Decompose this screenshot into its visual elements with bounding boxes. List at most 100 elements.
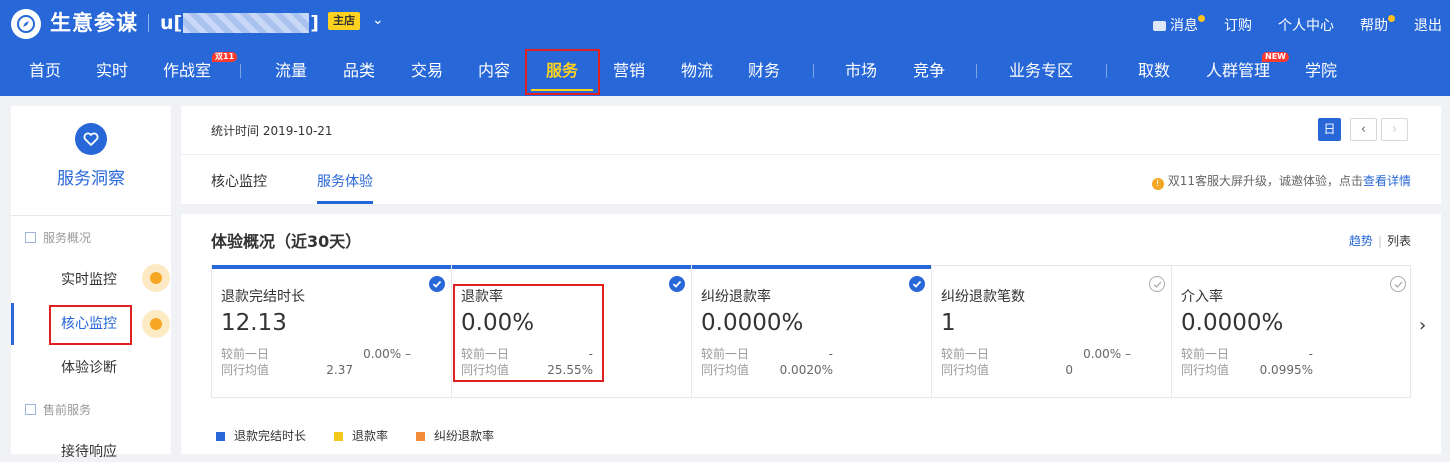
messages-link[interactable]: 消息 (1153, 15, 1205, 36)
prev-date-button[interactable]: ‹ (1350, 118, 1377, 141)
refund-rate-highlight-box (453, 284, 604, 382)
chart-legend: 退款完结时长 退款率 纠纷退款率 (216, 428, 522, 444)
overview-panel: 体验概况（近30天） 趋势 | 列表 退款完结时长 12.13 较前一日 0.00% … (181, 214, 1441, 454)
metric-compare-row: 较前一日 0.00% – (941, 347, 1131, 361)
checkbox-unchecked-icon[interactable] (1149, 276, 1165, 292)
legend-item[interactable]: 退款率 (334, 428, 388, 444)
heart-icon (75, 123, 107, 155)
shop-name[interactable]: u[ ] (160, 9, 319, 37)
nav-realtime[interactable]: 实时 (96, 58, 128, 84)
view-switch-separator: | (1377, 234, 1382, 248)
metric-card[interactable]: 介入率 0.0000% 较前一日 - 同行均值 0.0995% (1172, 266, 1412, 397)
metric-name: 纠纷退款笔数 (941, 289, 1025, 305)
shop-switch-chevron-icon[interactable]: ⌄ (372, 12, 384, 28)
building-icon (25, 232, 36, 243)
main-nav: 首页 实时 作战室 流量 品类 交易 内容 服务 营销 物流 财务 市场 竞争 … (0, 58, 1450, 86)
metric-value: 1 (941, 310, 956, 336)
nav-war-room[interactable]: 作战室 (163, 58, 211, 84)
logout-link[interactable]: 退出 (1414, 16, 1442, 36)
nav-separator (240, 64, 241, 78)
sidebar: 服务洞察 服务概况 实时监控 核心监控 体验诊断 售前服务 接待响应 (11, 106, 171, 460)
metric-name: 退款完结时长 (221, 289, 305, 305)
main-store-badge: 主店 (328, 12, 360, 30)
sidebar-item-reception-response[interactable]: 接待响应 (61, 442, 117, 462)
sidebar-section-overview: 服务概况 (25, 230, 91, 246)
metric-name: 纠纷退款率 (701, 289, 771, 305)
metric-value: 0.0000% (1181, 310, 1284, 336)
sidebar-item-experience-diagnosis[interactable]: 体验诊断 (61, 358, 117, 378)
messages-dot (1198, 15, 1205, 22)
help-link[interactable]: 帮助 (1360, 15, 1395, 36)
legend-swatch (416, 431, 426, 441)
compass-logo-icon[interactable] (11, 9, 41, 39)
notice-banner: ! 双11客服大屏升级，诚邀体验，点击查看详情 (1151, 173, 1411, 190)
cards-next-arrow-icon[interactable]: › (1419, 315, 1426, 336)
shop-name-suffix: ] (310, 12, 319, 34)
nav-content[interactable]: 内容 (478, 58, 510, 84)
new-tag: NEW (1262, 52, 1289, 62)
tab-service-experience[interactable]: 服务体验 (317, 172, 373, 192)
status-dot-icon (142, 264, 170, 292)
nav-academy[interactable]: 学院 (1305, 58, 1337, 84)
view-switch: 趋势 | 列表 (1349, 233, 1411, 249)
nav-crowd-management[interactable]: 人群管理 (1206, 58, 1270, 84)
metric-card[interactable]: 退款完结时长 12.13 较前一日 0.00% – 同行均值 2.37 (212, 265, 452, 397)
personal-center-link[interactable]: 个人中心 (1278, 16, 1334, 36)
metric-peer-row: 同行均值 0 (941, 363, 1073, 377)
nav-market[interactable]: 市场 (845, 58, 877, 84)
day-button[interactable]: 日 (1318, 118, 1341, 141)
metric-peer-row: 同行均值 0.0020% (701, 363, 833, 377)
nav-logistics[interactable]: 物流 (681, 58, 713, 84)
view-details-link[interactable]: 查看详情 (1363, 174, 1411, 188)
sidebar-section-presale: 售前服务 (25, 402, 91, 418)
tab-active-underline (317, 201, 373, 204)
metric-compare-row: 较前一日 - (1181, 347, 1313, 361)
checkbox-checked-icon[interactable] (669, 276, 685, 292)
nav-competition[interactable]: 竞争 (913, 58, 945, 84)
toolbar-divider (181, 154, 1441, 155)
brand-title[interactable]: 生意参谋 (50, 9, 138, 37)
metric-cards: 退款完结时长 12.13 较前一日 0.00% – 同行均值 2.37 退款率 0.… (211, 265, 1411, 398)
list-view-link[interactable]: 列表 (1387, 234, 1411, 248)
trend-view-link[interactable]: 趋势 (1349, 234, 1373, 248)
checkbox-checked-icon[interactable] (429, 276, 445, 292)
tab-core-monitor[interactable]: 核心监控 (211, 172, 267, 192)
legend-item[interactable]: 退款完结时长 (216, 428, 306, 444)
message-icon (1153, 21, 1166, 31)
metric-compare-row: 较前一日 0.00% – (221, 347, 411, 361)
nav-separator (813, 64, 814, 78)
legend-swatch (334, 431, 344, 441)
brand-divider (148, 14, 149, 32)
notice-text: 双11客服大屏升级，诚邀体验，点击 (1167, 174, 1363, 188)
nav-finance[interactable]: 财务 (748, 58, 780, 84)
metric-name: 介入率 (1181, 289, 1223, 305)
nav-home[interactable]: 首页 (29, 58, 61, 84)
legend-item[interactable]: 纠纷退款率 (416, 428, 494, 444)
nav-traffic[interactable]: 流量 (275, 58, 307, 84)
metric-card[interactable]: 纠纷退款笔数 1 较前一日 0.00% – 同行均值 0 (932, 266, 1172, 397)
nav-business-zone[interactable]: 业务专区 (1009, 58, 1073, 84)
nav-separator (1106, 64, 1107, 78)
checkbox-unchecked-icon[interactable] (1390, 276, 1406, 292)
sidebar-core-monitor-highlight-box (49, 305, 132, 345)
info-icon: ! (1151, 178, 1164, 190)
stat-time: 统计时间 2019-10-21 (211, 124, 333, 138)
metric-card[interactable]: 纠纷退款率 0.0000% 较前一日 - 同行均值 0.0020% (692, 265, 932, 397)
nav-marketing[interactable]: 营销 (613, 58, 645, 84)
next-date-button[interactable]: › (1381, 118, 1408, 141)
metric-value: 12.13 (221, 310, 287, 336)
metric-value: 0.0000% (701, 310, 804, 336)
top-bar: 生意参谋 u[ ] 主店 ⌄ 消息 订购 个人中心 帮助 退出 首页 实时 作战… (0, 0, 1450, 96)
legend-swatch (216, 431, 225, 441)
status-dot-icon (142, 310, 170, 338)
checkbox-checked-icon[interactable] (909, 276, 925, 292)
sidebar-item-realtime-monitor[interactable]: 实时监控 (61, 270, 117, 290)
sidebar-title: 服务洞察 (57, 169, 125, 189)
subscribe-link[interactable]: 订购 (1224, 16, 1252, 36)
metric-compare-row: 较前一日 - (701, 347, 833, 361)
overview-title: 体验概况（近30天） (211, 232, 362, 251)
nav-fetch-data[interactable]: 取数 (1138, 58, 1170, 84)
shop-name-masked (183, 13, 310, 33)
nav-category[interactable]: 品类 (343, 58, 375, 84)
nav-trade[interactable]: 交易 (411, 58, 443, 84)
